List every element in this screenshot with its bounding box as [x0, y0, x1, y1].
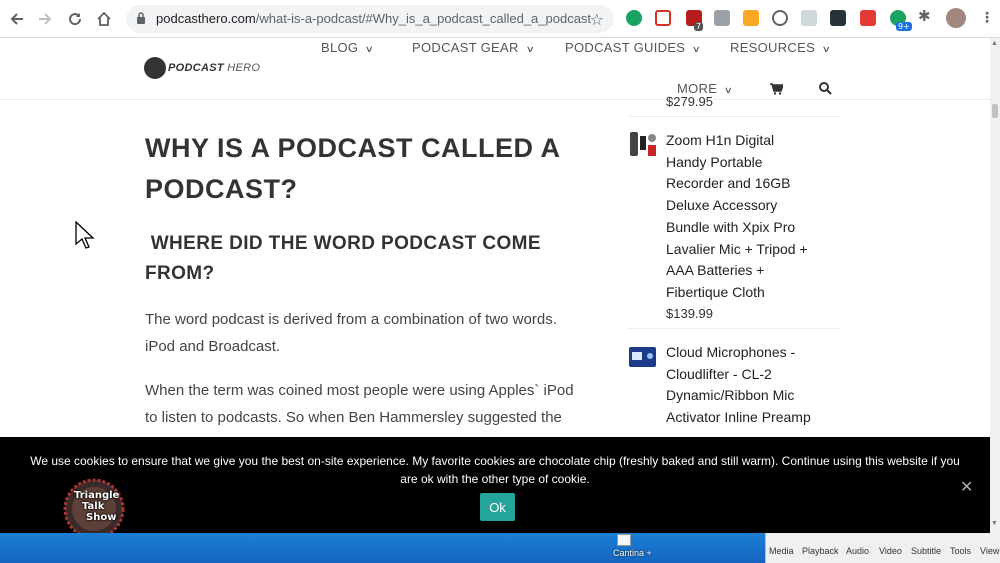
vlc-menu-audio[interactable]: Audio	[846, 546, 869, 556]
info-extension-icon[interactable]	[830, 10, 846, 26]
comment-icon[interactable]	[714, 10, 730, 26]
vlc-menu-playback[interactable]: Playback	[802, 546, 839, 556]
cart-icon[interactable]	[770, 82, 785, 100]
browser-toolbar: podcasthero.com/what-is-a-podcast/#Why_i…	[0, 0, 1000, 38]
vlc-menu-view[interactable]: View	[980, 546, 999, 556]
back-icon[interactable]	[6, 8, 28, 30]
mouse-cursor-icon	[75, 220, 95, 254]
divider	[628, 116, 840, 117]
close-icon[interactable]: ✕	[960, 477, 973, 497]
vlc-menu-subtitle[interactable]: Subtitle	[911, 546, 941, 556]
paragraph-2: When the term was coined most people wer…	[145, 382, 574, 426]
scroll-down-arrow-icon[interactable]: ▼	[991, 520, 998, 527]
vlc-menu-tools[interactable]: Tools	[950, 546, 971, 556]
vlc-menu-video[interactable]: Video	[879, 546, 902, 556]
cookie-banner: We use cookies to ensure that we give yo…	[0, 437, 990, 533]
extension-green-icon[interactable]	[626, 10, 642, 26]
desktop-shortcut-icon[interactable]	[617, 534, 631, 546]
chevron-down-icon: ∨	[723, 85, 734, 95]
menu-podcast-gear[interactable]: PODCAST GEAR ∨	[412, 40, 535, 55]
logo-text-light: HERO	[227, 62, 261, 74]
paragraph-1: The word podcast is derived from a combi…	[145, 311, 557, 355]
cookie-ok-button[interactable]: Ok	[480, 493, 515, 521]
rss-icon[interactable]	[743, 10, 759, 26]
chevron-down-icon: ∨	[691, 44, 702, 54]
extension-badge: 9+	[896, 22, 912, 31]
reload-icon[interactable]	[64, 8, 86, 30]
product-price: $139.99	[666, 306, 713, 321]
cookie-message: We use cookies to ensure that we give yo…	[30, 454, 960, 486]
product-thumbnail[interactable]	[628, 344, 658, 372]
scrollbar-thumb[interactable]	[992, 104, 998, 118]
vlc-window: Media Playback Audio Video Subtitle Tool…	[765, 533, 1000, 563]
scroll-up-arrow-icon[interactable]: ▲	[991, 40, 998, 47]
desktop-icon-label[interactable]: Cantina +	[613, 548, 652, 558]
red-extension-icon[interactable]	[860, 10, 876, 26]
avatar[interactable]	[946, 8, 966, 28]
logo-mark-icon	[144, 57, 166, 79]
menu-resources[interactable]: RESOURCES ∨	[730, 40, 832, 55]
product-title[interactable]: Cloud Microphones - Cloudlifter - CL-2 D…	[666, 342, 826, 429]
vlc-menu-media[interactable]: Media	[769, 546, 794, 556]
star-extension-icon[interactable]	[801, 10, 817, 26]
lock-icon	[136, 12, 146, 30]
home-icon[interactable]	[93, 8, 115, 30]
address-bar[interactable]: podcasthero.com/what-is-a-podcast/#Why_i…	[126, 5, 614, 33]
product-title[interactable]: Zoom H1n Digital Handy Portable Recorder…	[666, 130, 826, 304]
extension-badge: 7	[694, 22, 704, 31]
product-thumbnail[interactable]	[628, 130, 658, 158]
menu-blog[interactable]: BLOG ∨	[321, 40, 375, 55]
chevron-down-icon: ∨	[525, 44, 535, 54]
product-price: $279.95	[666, 94, 713, 109]
divider	[628, 328, 840, 329]
bookmark-star-icon[interactable]: ☆	[590, 10, 604, 30]
chevron-down-icon: ∨	[821, 44, 832, 54]
puzzle-icon[interactable]: ✱	[918, 7, 934, 25]
stream-overlay-logo: Triangle Talk Show	[62, 478, 126, 540]
site-logo[interactable]: PODCAST HERO	[144, 57, 260, 79]
gmail-icon[interactable]	[655, 10, 671, 26]
search-icon[interactable]	[819, 82, 832, 100]
bulb-icon[interactable]	[772, 10, 788, 26]
forward-icon[interactable]	[34, 8, 56, 30]
logo-text-bold: PODCAST	[168, 62, 224, 74]
article-title: WHY IS A PODCAST CALLED A PODCAST?	[145, 133, 561, 204]
section-heading: WHERE DID THE WORD PODCAST COME FROM?	[145, 233, 541, 284]
site-header: PODCAST HERO BLOG ∨ PODCAST GEAR ∨ PODCAST…	[0, 38, 990, 100]
more-menu-icon[interactable]: ⋮	[980, 9, 994, 26]
url-text: podcasthero.com/what-is-a-podcast/#Why_i…	[156, 11, 592, 26]
chevron-down-icon: ∨	[364, 44, 375, 54]
menu-podcast-guides[interactable]: PODCAST GUIDES ∨	[565, 40, 702, 55]
